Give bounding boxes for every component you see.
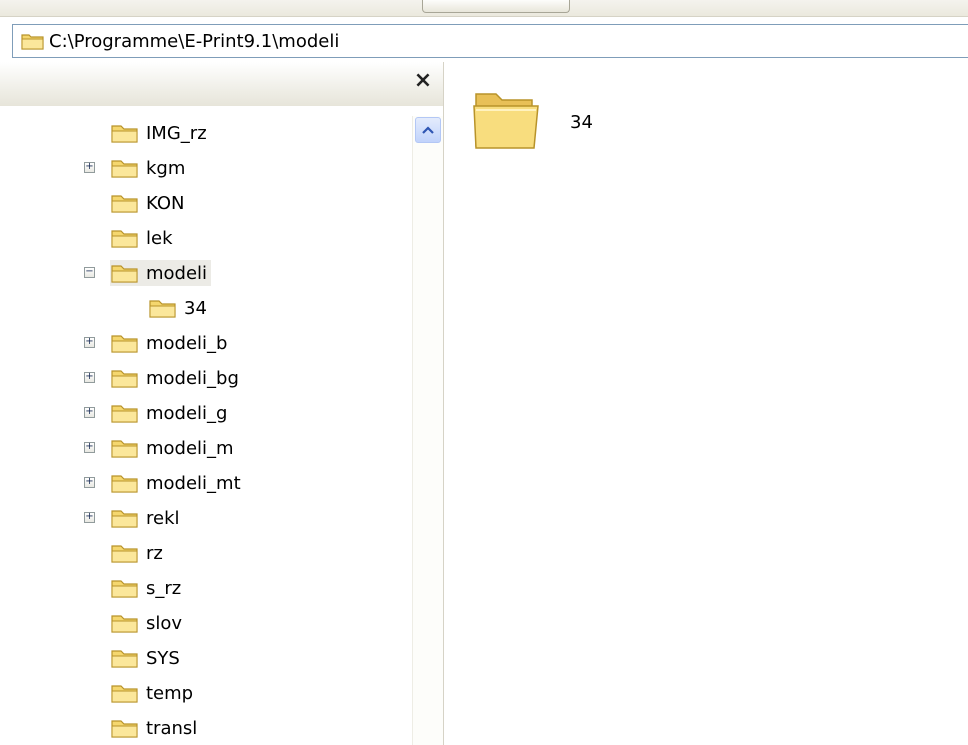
folder-icon — [111, 720, 138, 738]
toolbar-strip — [0, 0, 968, 17]
folder-tree: IMG_rz + kgm KON lek − modeli 34 + modeli_b + model… — [0, 116, 410, 745]
folder-icon — [149, 300, 176, 318]
scroll-up-button[interactable] — [415, 117, 441, 143]
tree-item-label: modeli_m — [146, 437, 234, 459]
tree-item-label: modeli_mt — [146, 472, 241, 494]
tree-row: + modeli_b — [0, 326, 410, 361]
tree-item-modeli-mt[interactable]: modeli_mt — [110, 470, 245, 496]
tree-item-34[interactable]: 34 — [148, 295, 211, 321]
expand-icon[interactable]: + — [84, 442, 95, 453]
tree-row: KON — [0, 186, 410, 221]
tree-item-rekl[interactable]: rekl — [110, 505, 184, 531]
folders-pane: × IMG_rz + kgm KON lek − modeli 34 + modeli_b + mod… — [0, 62, 444, 745]
tree-row: + rekl — [0, 501, 410, 536]
address-text[interactable]: C:\Programme\E-Print9.1\modeli — [49, 31, 339, 52]
tree-row: + modeli_bg — [0, 361, 410, 396]
expand-icon[interactable]: + — [84, 477, 95, 488]
tree-item-label: IMG_rz — [146, 122, 207, 144]
tree-row: transl — [0, 711, 410, 745]
tree-item-label: modeli_b — [146, 332, 228, 354]
folders-pane-header: × — [0, 62, 443, 106]
folder-icon — [111, 545, 138, 563]
tree-item-lek[interactable]: lek — [110, 225, 177, 251]
tree-row: lek — [0, 221, 410, 256]
tree-item-label: 34 — [184, 297, 207, 319]
tree-item-temp[interactable]: temp — [110, 680, 197, 706]
folder-icon — [111, 510, 138, 528]
tree-item-transl[interactable]: transl — [110, 715, 201, 741]
chevron-up-icon — [422, 126, 434, 134]
folder-icon — [111, 650, 138, 668]
folder-icon — [111, 475, 138, 493]
tree-item-label: modeli_bg — [146, 367, 239, 389]
tree-item-slov[interactable]: slov — [110, 610, 186, 636]
expand-icon[interactable]: + — [84, 407, 95, 418]
folder-icon — [111, 195, 138, 213]
tree-item-label: transl — [146, 717, 198, 739]
folder-icon — [111, 335, 138, 353]
tree-row: IMG_rz — [0, 116, 410, 151]
tree-item-label: modeli_g — [146, 402, 228, 424]
tree-item-label: rz — [146, 542, 163, 564]
tree-item-label: rekl — [146, 507, 180, 529]
tree-item-kon[interactable]: KON — [110, 190, 188, 216]
folder-icon — [473, 93, 539, 149]
tree-item-label: modeli — [146, 262, 208, 284]
close-folders-pane-button[interactable]: × — [410, 68, 436, 94]
expand-icon[interactable]: + — [84, 512, 95, 523]
tree-item-label: slov — [146, 612, 183, 634]
tree-item-label: SYS — [146, 647, 180, 669]
folder-icon — [111, 685, 138, 703]
tree-item-label: kgm — [146, 157, 186, 179]
tree-row: − modeli — [0, 256, 410, 291]
folder-icon — [111, 615, 138, 633]
tree-row: s_rz — [0, 571, 410, 606]
expand-icon[interactable]: + — [84, 337, 95, 348]
tree-item-label: lek — [146, 227, 173, 249]
tree-row: + modeli_g — [0, 396, 410, 431]
tree-row: SYS — [0, 641, 410, 676]
tree-item-s-rz[interactable]: s_rz — [110, 575, 185, 601]
tree-item-img-rz[interactable]: IMG_rz — [110, 120, 211, 146]
tree-row: + modeli_m — [0, 431, 410, 466]
content-folder-item[interactable]: 34 — [470, 84, 593, 154]
address-bar[interactable]: C:\Programme\E-Print9.1\modeli — [12, 24, 968, 58]
folder-icon — [111, 370, 138, 388]
tree-item-label: temp — [146, 682, 194, 704]
collapse-icon[interactable]: − — [84, 267, 95, 278]
folder-icon — [111, 405, 138, 423]
tree-item-modeli-g[interactable]: modeli_g — [110, 400, 231, 426]
tree-row: 34 — [0, 291, 410, 326]
tree-item-label: s_rz — [146, 577, 182, 599]
expand-icon[interactable]: + — [84, 372, 95, 383]
tree-item-modeli-b[interactable]: modeli_b — [110, 330, 231, 356]
toolbar-button[interactable] — [422, 0, 570, 13]
expand-icon[interactable]: + — [84, 162, 95, 173]
folder-icon — [21, 34, 44, 50]
tree-row: slov — [0, 606, 410, 641]
content-folder-label: 34 — [570, 112, 593, 133]
folder-icon — [111, 265, 138, 283]
tree-item-rz[interactable]: rz — [110, 540, 167, 566]
tree-row: temp — [0, 676, 410, 711]
content-pane: 34 — [446, 62, 968, 745]
tree-item-kgm[interactable]: kgm — [110, 155, 189, 181]
folder-icon — [111, 580, 138, 598]
tree-scrollbar[interactable] — [412, 116, 443, 745]
folder-icon — [111, 440, 138, 458]
tree-item-label: KON — [146, 192, 185, 214]
tree-row: + kgm — [0, 151, 410, 186]
tree-item-modeli-m[interactable]: modeli_m — [110, 435, 238, 461]
folder-icon — [111, 230, 138, 248]
folder-icon — [111, 160, 138, 178]
folder-icon — [111, 125, 138, 143]
tree-row: rz — [0, 536, 410, 571]
tree-row: + modeli_mt — [0, 466, 410, 501]
tree-item-sys[interactable]: SYS — [110, 645, 184, 671]
tree-item-modeli[interactable]: modeli — [110, 260, 212, 286]
tree-item-modeli-bg[interactable]: modeli_bg — [110, 365, 243, 391]
